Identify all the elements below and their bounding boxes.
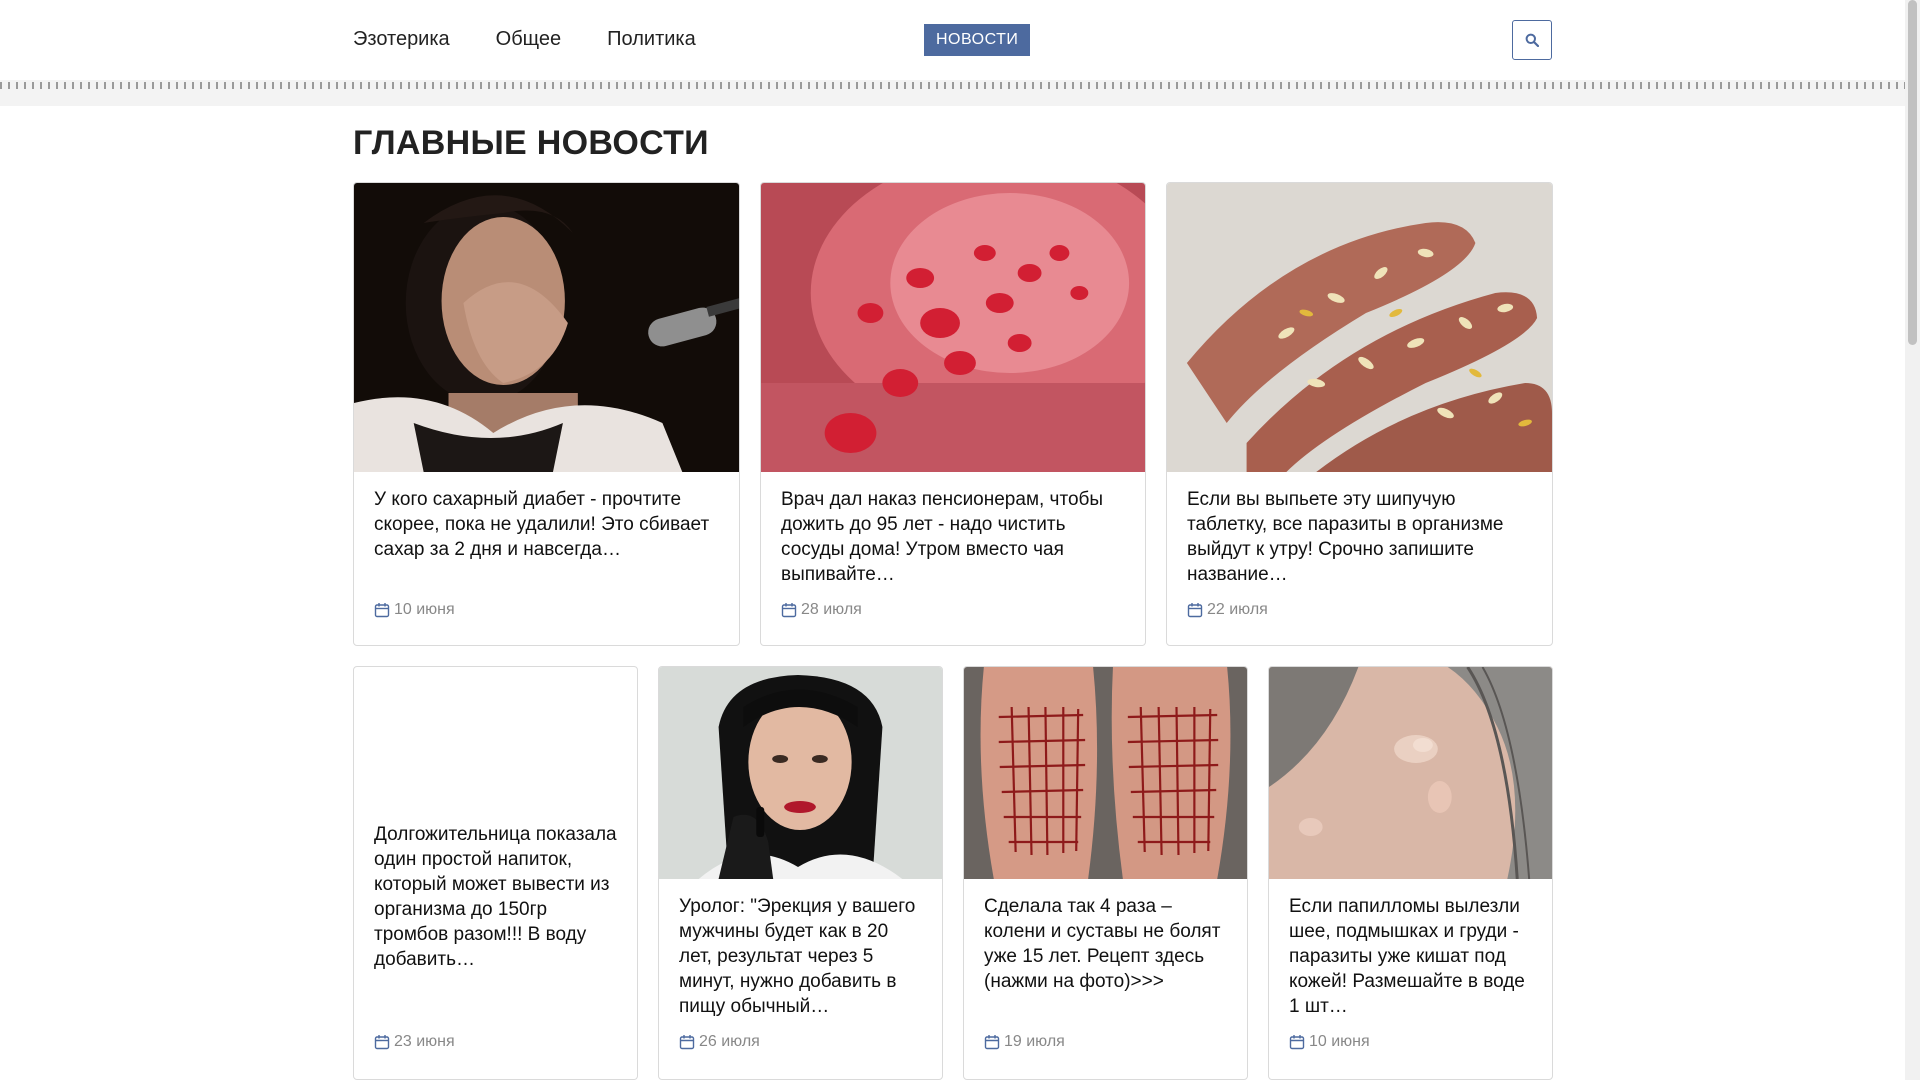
card-date-text: 19 июля	[1004, 1033, 1065, 1050]
calendar-icon	[679, 1035, 695, 1050]
card-headline[interactable]: Если вы выпьете эту шипучую таблетку, вс…	[1187, 487, 1532, 587]
card-image[interactable]	[354, 183, 739, 472]
card-image[interactable]	[659, 667, 942, 879]
nav-item-general[interactable]: Общее	[496, 28, 562, 51]
card-image[interactable]	[1167, 183, 1552, 472]
card-date-text: 22 июля	[1207, 601, 1268, 618]
nav-item-politics[interactable]: Политика	[607, 28, 696, 51]
scrollbar[interactable]	[1905, 0, 1920, 1080]
news-card[interactable]: Если папилломы вылезли шее, подмышках и …	[1268, 666, 1553, 1080]
search-button[interactable]	[1512, 20, 1552, 60]
site-header: Эзотерика Общее Политика НОВОСТИ	[0, 0, 1905, 106]
card-date-text: 23 июня	[394, 1033, 455, 1050]
card-headline[interactable]: Долгожительница показала один простой на…	[374, 822, 617, 972]
card-date-text: 10 июня	[1309, 1033, 1370, 1050]
calendar-icon	[984, 1035, 1000, 1050]
card-date: 10 июня	[374, 601, 455, 619]
main-nav: Эзотерика Общее Политика	[353, 28, 696, 51]
news-card[interactable]: Сделала так 4 раза – колени и суставы не…	[963, 666, 1248, 1080]
calendar-icon	[374, 1035, 390, 1050]
calendar-icon	[1289, 1035, 1305, 1050]
card-date: 19 июля	[984, 1033, 1065, 1051]
calendar-icon	[1187, 603, 1203, 618]
news-card[interactable]: Врач дал наказ пенсионерам, чтобы дожить…	[760, 182, 1146, 646]
page-title: ГЛАВНЫЕ НОВОСТИ	[353, 124, 709, 162]
scrollbar-thumb[interactable]	[1908, 0, 1917, 345]
card-headline[interactable]: Если папилломы вылезли шее, подмышках и …	[1289, 894, 1532, 1019]
card-headline[interactable]: Сделала так 4 раза – колени и суставы не…	[984, 894, 1227, 994]
card-image[interactable]	[964, 667, 1247, 879]
card-image[interactable]	[1269, 667, 1552, 879]
card-date: 23 июня	[374, 1033, 455, 1051]
card-headline[interactable]: У кого сахарный диабет - прочтите скорее…	[374, 487, 719, 562]
news-card[interactable]: Если вы выпьете эту шипучую таблетку, вс…	[1166, 182, 1553, 646]
card-date-text: 28 июля	[801, 601, 862, 618]
card-headline[interactable]: Уролог: "Эрекция у вашего мужчины будет …	[679, 894, 922, 1019]
card-date-text: 10 июня	[394, 601, 455, 618]
card-date-text: 26 июля	[699, 1033, 760, 1050]
news-card[interactable]: Долгожительница показала один простой на…	[353, 666, 638, 1080]
card-date: 22 июля	[1187, 601, 1268, 619]
card-date: 26 июля	[679, 1033, 760, 1051]
search-icon	[1525, 33, 1539, 47]
card-date: 28 июля	[781, 601, 862, 619]
header-divider	[0, 80, 1905, 106]
news-card[interactable]: Уролог: "Эрекция у вашего мужчины будет …	[658, 666, 943, 1080]
nav-item-esoterics[interactable]: Эзотерика	[353, 28, 450, 51]
card-date: 10 июня	[1289, 1033, 1370, 1051]
news-card[interactable]: У кого сахарный диабет - прочтите скорее…	[353, 182, 740, 646]
card-image[interactable]	[761, 183, 1145, 472]
card-headline[interactable]: Врач дал наказ пенсионерам, чтобы дожить…	[781, 487, 1125, 587]
news-button[interactable]: НОВОСТИ	[924, 24, 1031, 56]
calendar-icon	[781, 603, 797, 618]
calendar-icon	[374, 603, 390, 618]
